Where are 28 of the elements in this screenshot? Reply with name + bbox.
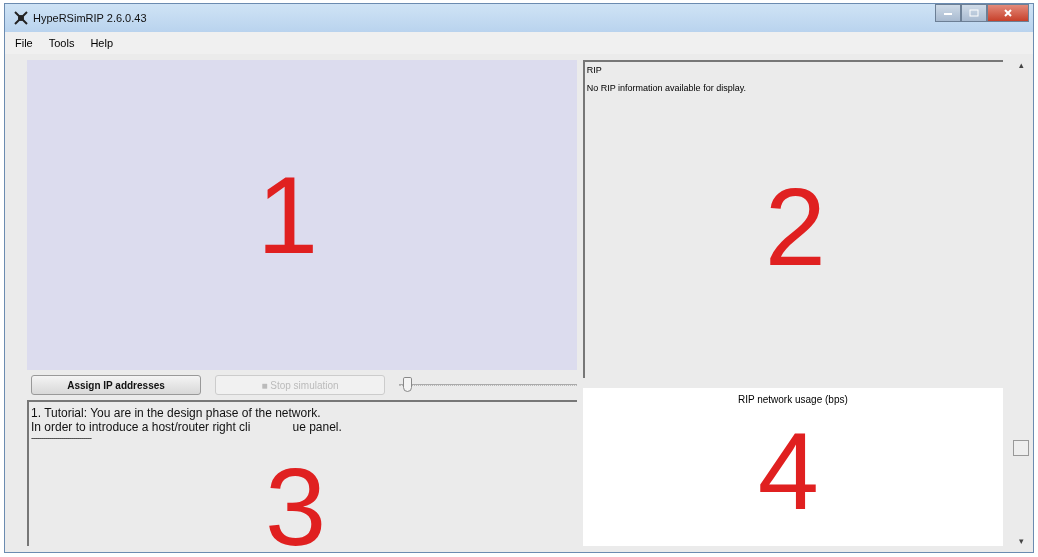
annotation-number: 3 [265,452,327,552]
minimize-button[interactable] [935,4,961,22]
rip-message: No RIP information available for display. [586,83,747,93]
window-title: HypeRSimRIP 2.6.0.43 [33,12,147,24]
menu-item[interactable]: File [15,37,33,49]
annotation-number: 4 [757,416,819,526]
close-button[interactable] [987,4,1029,22]
separator-line: ------------------------------ [31,434,93,443]
log-line: 1. Tutorial: You are in the design phase of the network. [31,406,322,420]
assign-ip-button[interactable]: Assign IP addresses [31,375,201,395]
chart-title: RIP network usage (bps) [736,394,849,405]
annotation-number: 2 [764,172,826,282]
scrollbar[interactable]: ▴ ▾ [1013,60,1029,546]
scroll-up-icon[interactable]: ▴ [1018,60,1024,70]
log-line: ue panel. [292,420,342,434]
maximize-icon [969,9,979,17]
log-line: In order to introduce a host/router right cli [31,420,251,434]
menu-item[interactable]: Tools [48,37,75,49]
panel-title: RIP [586,65,603,75]
minimize-icon [943,10,953,16]
network-node-icon [13,10,29,26]
maximize-button[interactable] [961,4,987,22]
scroll-down-icon[interactable]: ▾ [1018,536,1024,546]
scroll-thumb[interactable] [1013,440,1029,456]
close-icon [1003,8,1013,18]
annotation-number: 1 [257,160,319,270]
network-canvas[interactable]: 1 [27,60,577,370]
menu-item[interactable]: Help [90,37,114,49]
